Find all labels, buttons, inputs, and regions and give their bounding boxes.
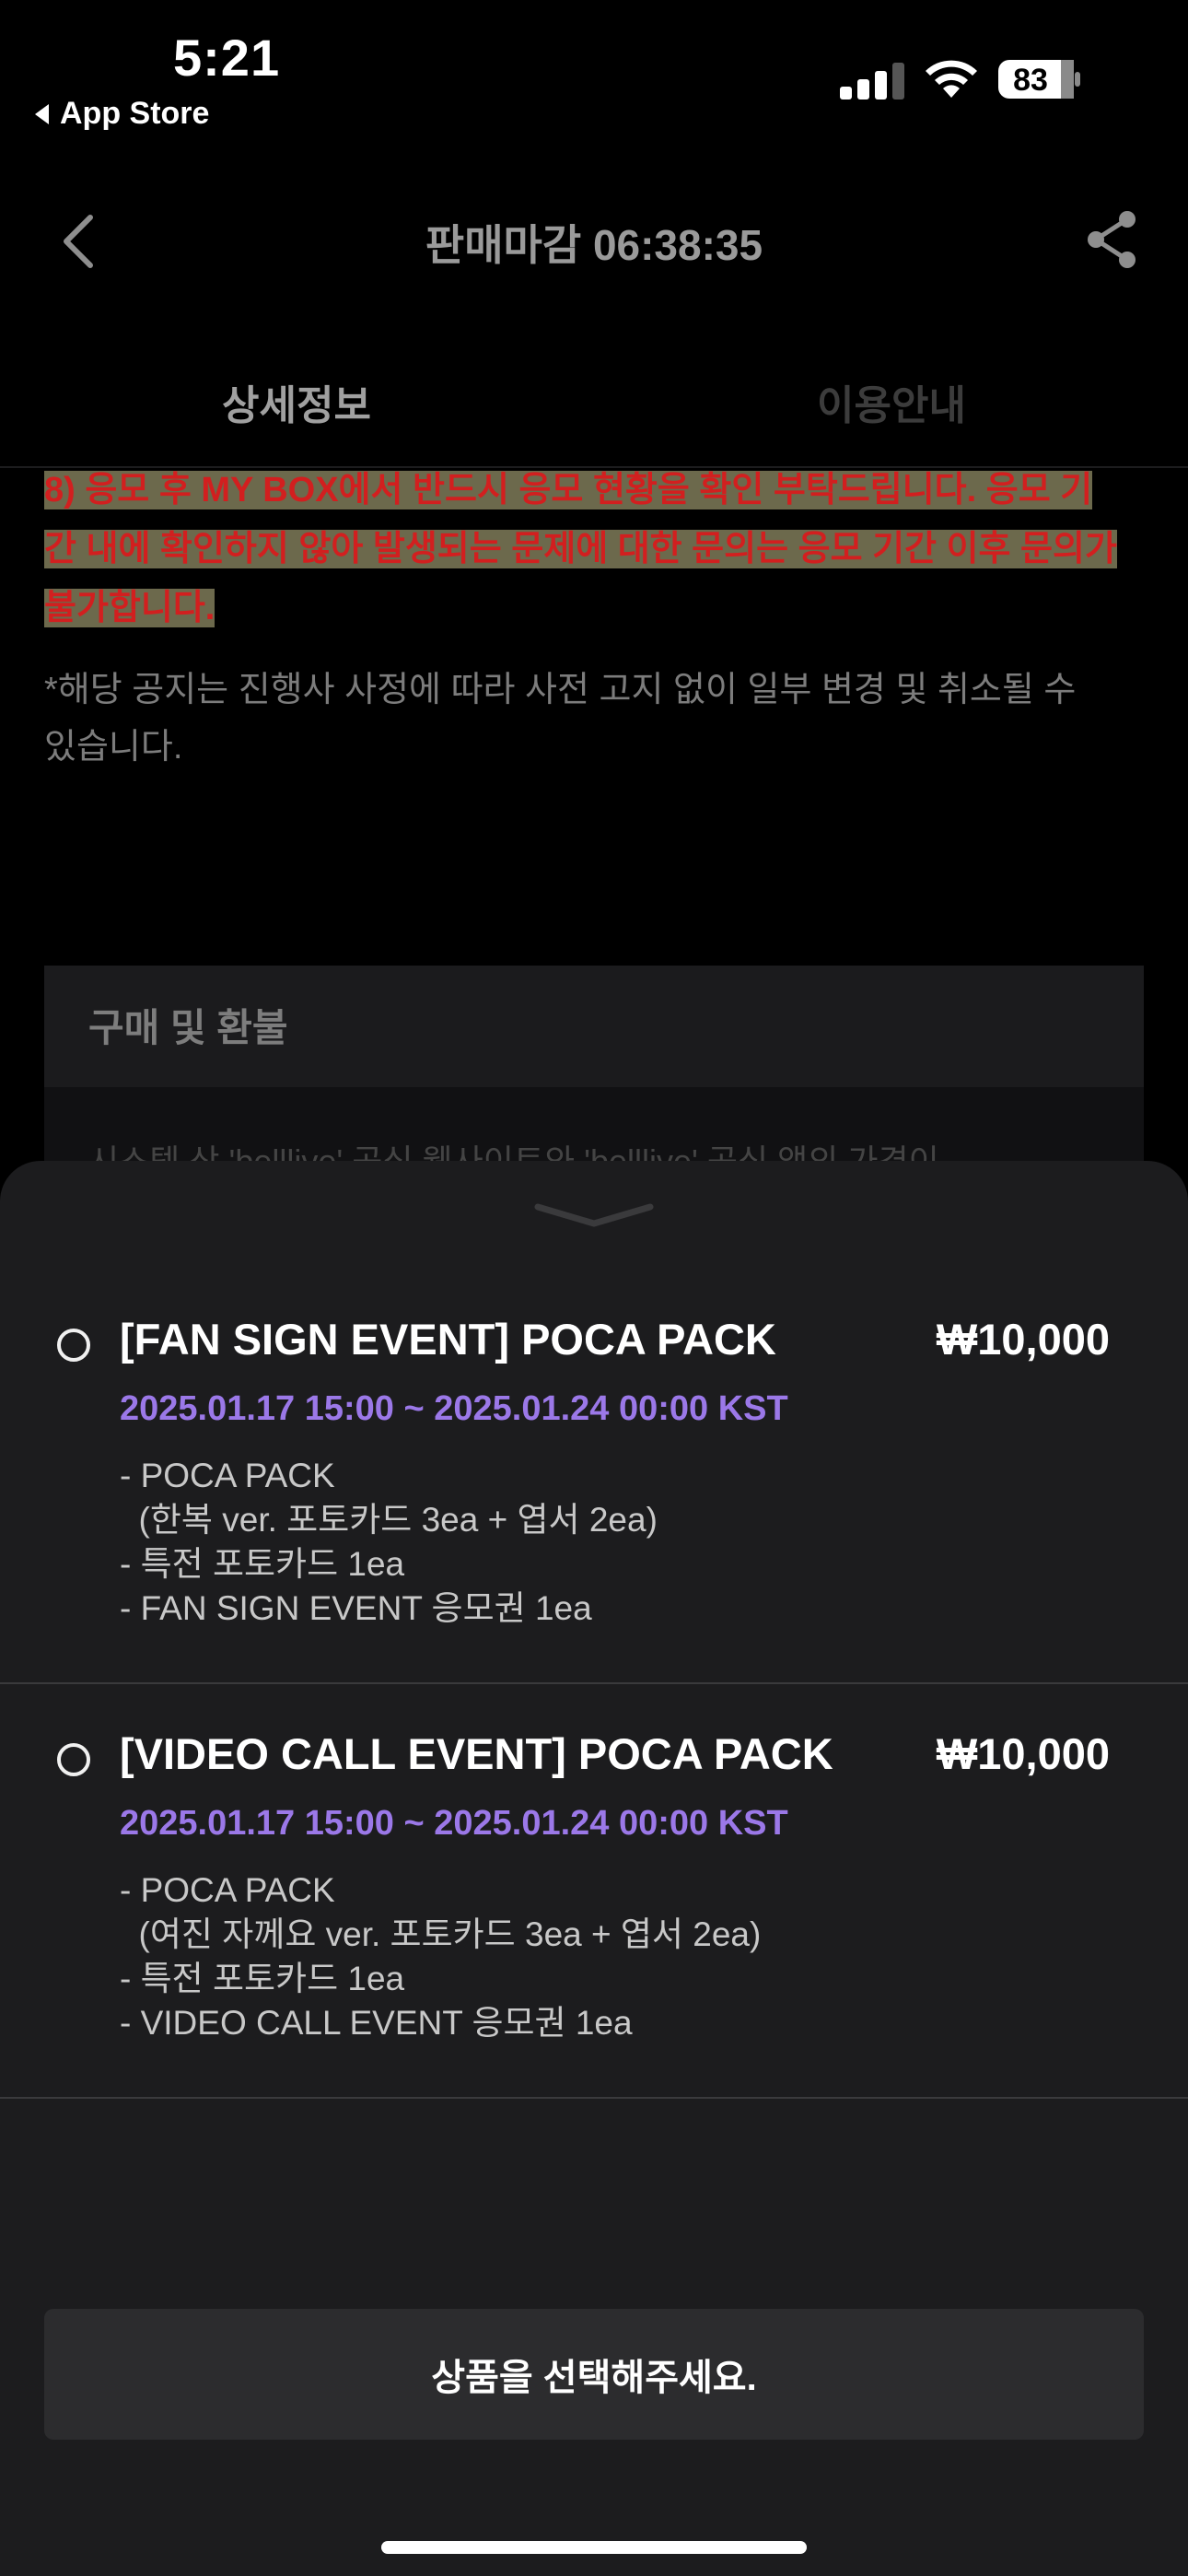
back-app-label: App Store: [60, 96, 210, 131]
radio-button[interactable]: [57, 1743, 90, 1776]
disclaimer-line: *해당 공지는 진행사 사정에 따라 사전 고지 없이 일부 변경 및 취소될 …: [44, 671, 1077, 709]
option-description: - POCA PACK (여진 자께요 ver. 포토카드 3ea + 엽서 2…: [120, 1871, 762, 2042]
option-fan-sign-event[interactable]: [FAN SIGN EVENT] POCA PACK ₩10,000 2025.…: [0, 1270, 1188, 1684]
tab-usage-guide[interactable]: 이용안내: [661, 372, 1122, 431]
notice-disclaimer: *해당 공지는 진행사 사정에 따라 사전 고지 없이 일부 변경 및 취소될 …: [44, 662, 1146, 776]
tab-detail-info[interactable]: 상세정보: [66, 372, 527, 431]
refund-section-title: 구매 및 환불: [88, 1006, 288, 1049]
radio-button[interactable]: [57, 1329, 90, 1362]
cellular-signal-icon: [840, 61, 904, 100]
option-divider: [0, 2097, 1188, 2099]
home-indicator[interactable]: [381, 2541, 807, 2554]
select-product-button[interactable]: 상품을 선택해주세요.: [44, 2309, 1144, 2440]
option-description: - POCA PACK (한복 ver. 포토카드 3ea + 엽서 2ea) …: [120, 1457, 658, 1627]
option-video-call-event[interactable]: [VIDEO CALL EVENT] POCA PACK ₩10,000 202…: [0, 1684, 1188, 2099]
notice-line: 8) 응모 후 MY BOX에서 반드시 응모 현황을 확인 부탁드립니다. 응…: [44, 471, 1093, 509]
wifi-icon: [926, 60, 977, 98]
option-title: [VIDEO CALL EVENT] POCA PACK: [120, 1729, 833, 1778]
option-title: [FAN SIGN EVENT] POCA PACK: [120, 1315, 776, 1364]
back-to-app-store-link[interactable]: App Store: [35, 96, 209, 132]
battery-indicator: 83: [997, 59, 1082, 100]
share-icon[interactable]: [1083, 208, 1140, 271]
disclaimer-line: 있습니다.: [44, 728, 183, 767]
notice-line: 불가합니다.: [44, 589, 215, 627]
option-period: 2025.01.17 15:00 ~ 2025.01.24 00:00 KST: [120, 1804, 788, 1843]
tab-divider: [0, 466, 1188, 468]
sheet-collapse-chevron-icon[interactable]: [532, 1201, 656, 1229]
status-time: 5:21: [173, 29, 281, 87]
option-period: 2025.01.17 15:00 ~ 2025.01.24 00:00 KST: [120, 1389, 788, 1428]
battery-percent: 83: [1013, 63, 1048, 98]
back-triangle-icon: [35, 103, 49, 124]
option-price: ₩10,000: [936, 1729, 1110, 1778]
sale-deadline-title: 판매마감 06:38:35: [425, 221, 763, 269]
notice-line: 간 내에 확인하지 않아 발생되는 문제에 대한 문의는 응모 기간 이후 문의…: [44, 530, 1117, 568]
option-price: ₩10,000: [936, 1315, 1110, 1364]
notice-highlighted-text: 8) 응모 후 MY BOX에서 반드시 응모 현황을 확인 부탁드립니다. 응…: [44, 461, 1146, 638]
